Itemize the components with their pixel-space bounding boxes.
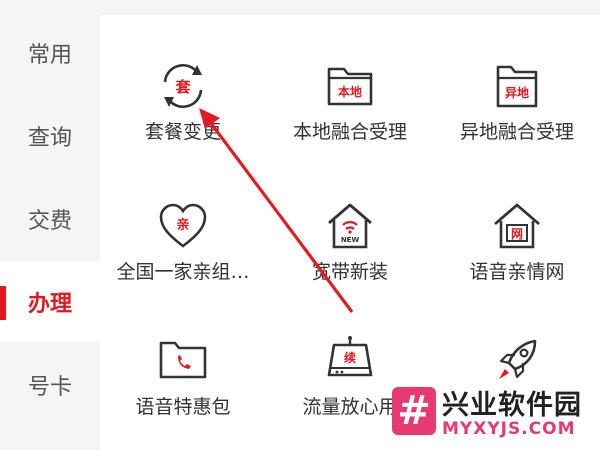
service-broadband-new[interactable]: NEW 宽带新装 [267, 175, 433, 295]
service-package-change[interactable]: 套 套餐变更 [100, 35, 266, 155]
sidebar: 常用 查询 交费 办理 号卡 [0, 0, 100, 450]
sidebar-item-label: 查询 [27, 126, 72, 151]
house-network-icon: 网 [494, 203, 540, 249]
sidebar-item-label: 常用 [27, 43, 72, 68]
watermark-url: MYXYJS.COM [442, 419, 576, 439]
service-voice-bundle[interactable]: 语音特惠包 [100, 310, 266, 430]
sidebar-item-label: 办理 [27, 292, 72, 317]
icon-badge-text: 异地 [505, 85, 529, 100]
icon-badge-text: 续 [344, 350, 356, 365]
icon-badge-text: 亲 [176, 217, 189, 233]
folder-phone-icon [159, 341, 207, 379]
service-label: 异地融合受理 [459, 121, 574, 143]
icon-badge-text: 套 [174, 78, 191, 96]
sidebar-item-label: 号卡 [27, 375, 72, 400]
watermark-title: 兴业软件园 [442, 390, 582, 421]
service-family-group[interactable]: 亲 全国一家亲组… [100, 175, 266, 295]
service-local-fusion[interactable]: 本地 本地融合受理 [267, 35, 433, 155]
service-label: 语音特惠包 [135, 396, 231, 418]
sidebar-item-label: 交费 [27, 209, 72, 234]
service-label: 套餐变更 [144, 121, 221, 143]
service-remote-fusion[interactable]: 异地 异地融合受理 [434, 35, 600, 155]
package-change-icon: 套 [163, 63, 203, 109]
sidebar-item-common[interactable]: 常用 [0, 13, 100, 93]
icon-badge-text: 网 [511, 227, 523, 241]
folder-remote-icon: 异地 [496, 65, 538, 108]
sidebar-item-payment[interactable]: 交费 [0, 179, 100, 259]
service-label: 宽带新装 [311, 261, 388, 283]
active-indicator [0, 286, 6, 320]
service-label: 本地融合受理 [292, 121, 407, 143]
watermark: # 兴业软件园 MYXYJS.COM [392, 383, 592, 441]
service-label: 全国一家亲组… [116, 261, 250, 283]
icon-badge-text: NEW [341, 236, 360, 244]
router-renew-icon: 续 [327, 336, 373, 377]
watermark-logo: # [392, 387, 436, 435]
sidebar-item-handle[interactable]: 办理 [0, 262, 100, 342]
service-label: 语音亲情网 [469, 261, 565, 283]
heart-family-icon: 亲 [159, 203, 207, 248]
icon-badge-text: 本地 [338, 84, 362, 99]
house-wifi-icon: NEW [328, 203, 372, 249]
sidebar-item-number-card[interactable]: 号卡 [0, 345, 100, 425]
folder-local-icon: 本地 [327, 67, 373, 106]
sidebar-item-query[interactable]: 查询 [0, 96, 100, 176]
rocket-icon [499, 339, 537, 379]
service-voice-family-net[interactable]: 网 语音亲情网 [434, 175, 600, 295]
